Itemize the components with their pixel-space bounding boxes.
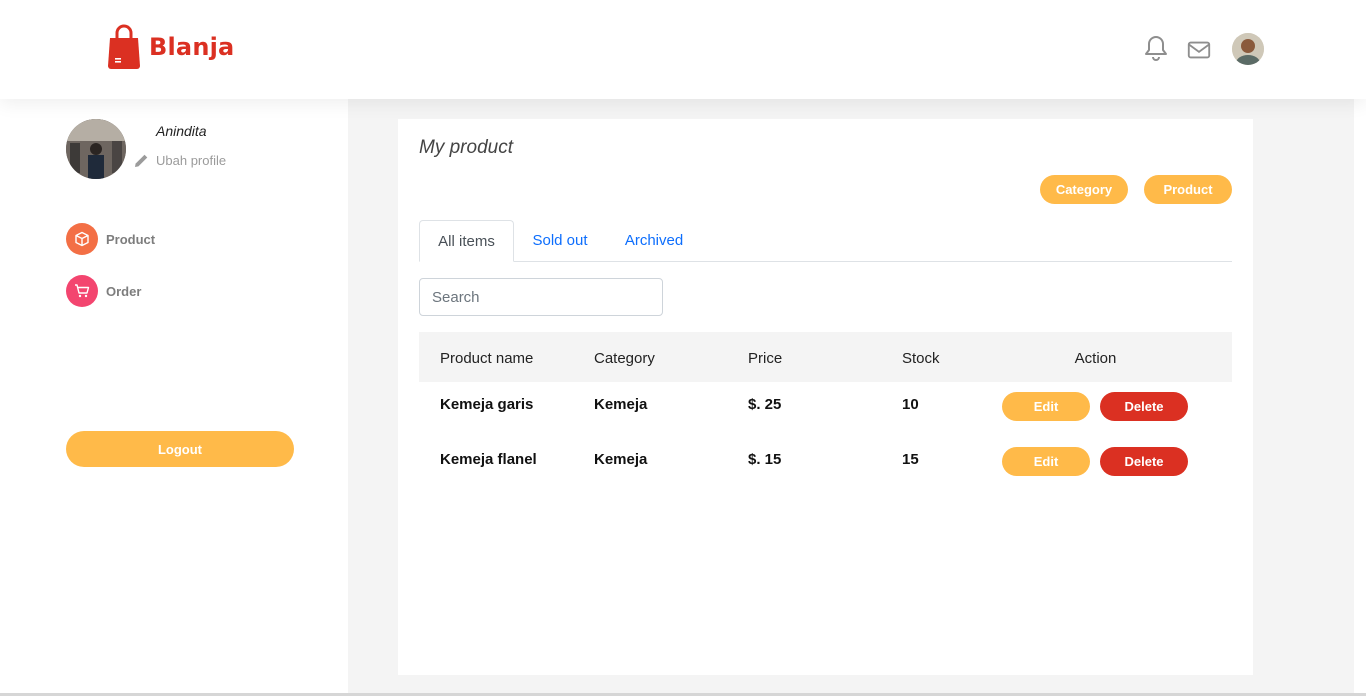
sidebar-item-label: Order bbox=[106, 283, 142, 299]
table-row: Kemeja flanel Kemeja $. 15 15 Edit Delet… bbox=[419, 437, 1232, 492]
header-action: Action bbox=[1074, 350, 1117, 367]
scrollbar-gutter bbox=[1354, 99, 1366, 696]
cart-icon bbox=[66, 275, 98, 307]
main-content: My product Category Product All items So… bbox=[348, 99, 1354, 696]
edit-button[interactable]: Edit bbox=[1002, 447, 1090, 476]
sidebar: Anindita Ubah profile Product Order Logo… bbox=[0, 99, 348, 696]
category-button[interactable]: Category bbox=[1040, 175, 1128, 204]
product-button[interactable]: Product bbox=[1144, 175, 1232, 204]
edit-profile-label: Ubah profile bbox=[156, 153, 227, 168]
cell-category: Kemeja bbox=[594, 396, 648, 413]
top-header: Blanja bbox=[0, 0, 1366, 99]
product-card: My product Category Product All items So… bbox=[398, 119, 1253, 675]
search-input[interactable] bbox=[419, 278, 663, 316]
header-product-name: Product name bbox=[440, 350, 534, 367]
profile-avatar bbox=[66, 119, 126, 179]
pencil-icon bbox=[135, 154, 148, 167]
cell-product-name: Kemeja flanel bbox=[440, 451, 537, 468]
header-category: Category bbox=[594, 350, 655, 367]
tab-all-items[interactable]: All items bbox=[419, 220, 514, 262]
profile-name: Anindita bbox=[156, 123, 207, 139]
sidebar-item-label: Product bbox=[106, 231, 156, 247]
logout-button[interactable]: Logout bbox=[66, 431, 294, 467]
brand-name: Blanja bbox=[149, 32, 235, 61]
user-avatar[interactable] bbox=[1232, 33, 1264, 65]
page-title: My product bbox=[419, 137, 513, 158]
header-price: Price bbox=[748, 350, 783, 367]
edit-profile-link[interactable]: Ubah profile bbox=[133, 152, 226, 169]
avatar-image bbox=[1232, 33, 1264, 65]
box-icon bbox=[66, 223, 98, 255]
sidebar-item-order[interactable]: Order bbox=[66, 275, 141, 307]
bell-icon[interactable] bbox=[1143, 34, 1169, 62]
sidebar-item-product[interactable]: Product bbox=[66, 223, 155, 255]
delete-button[interactable]: Delete bbox=[1100, 392, 1188, 421]
cell-category: Kemeja bbox=[594, 451, 648, 468]
header-stock: Stock bbox=[902, 350, 940, 367]
bag-logo-icon bbox=[108, 24, 140, 69]
tab-sold-out[interactable]: Sold out bbox=[514, 220, 606, 261]
edit-button[interactable]: Edit bbox=[1002, 392, 1090, 421]
mail-icon[interactable] bbox=[1186, 36, 1212, 64]
product-table: Product name Category Price Stock Action… bbox=[419, 332, 1232, 492]
cell-product-name: Kemeja garis bbox=[440, 396, 534, 413]
profile-photo bbox=[66, 119, 126, 179]
cell-price: $. 25 bbox=[748, 396, 782, 413]
cell-price: $. 15 bbox=[748, 451, 782, 468]
delete-button[interactable]: Delete bbox=[1100, 447, 1188, 476]
tab-archived[interactable]: Archived bbox=[608, 220, 700, 261]
table-header: Product name Category Price Stock Action bbox=[419, 332, 1232, 382]
cell-stock: 15 bbox=[902, 451, 919, 468]
brand-logo[interactable]: Blanja bbox=[107, 24, 234, 69]
cell-stock: 10 bbox=[902, 396, 919, 413]
table-row: Kemeja garis Kemeja $. 25 10 Edit Delete bbox=[419, 382, 1232, 437]
tab-bar: All items Sold out Archived bbox=[419, 220, 1232, 262]
